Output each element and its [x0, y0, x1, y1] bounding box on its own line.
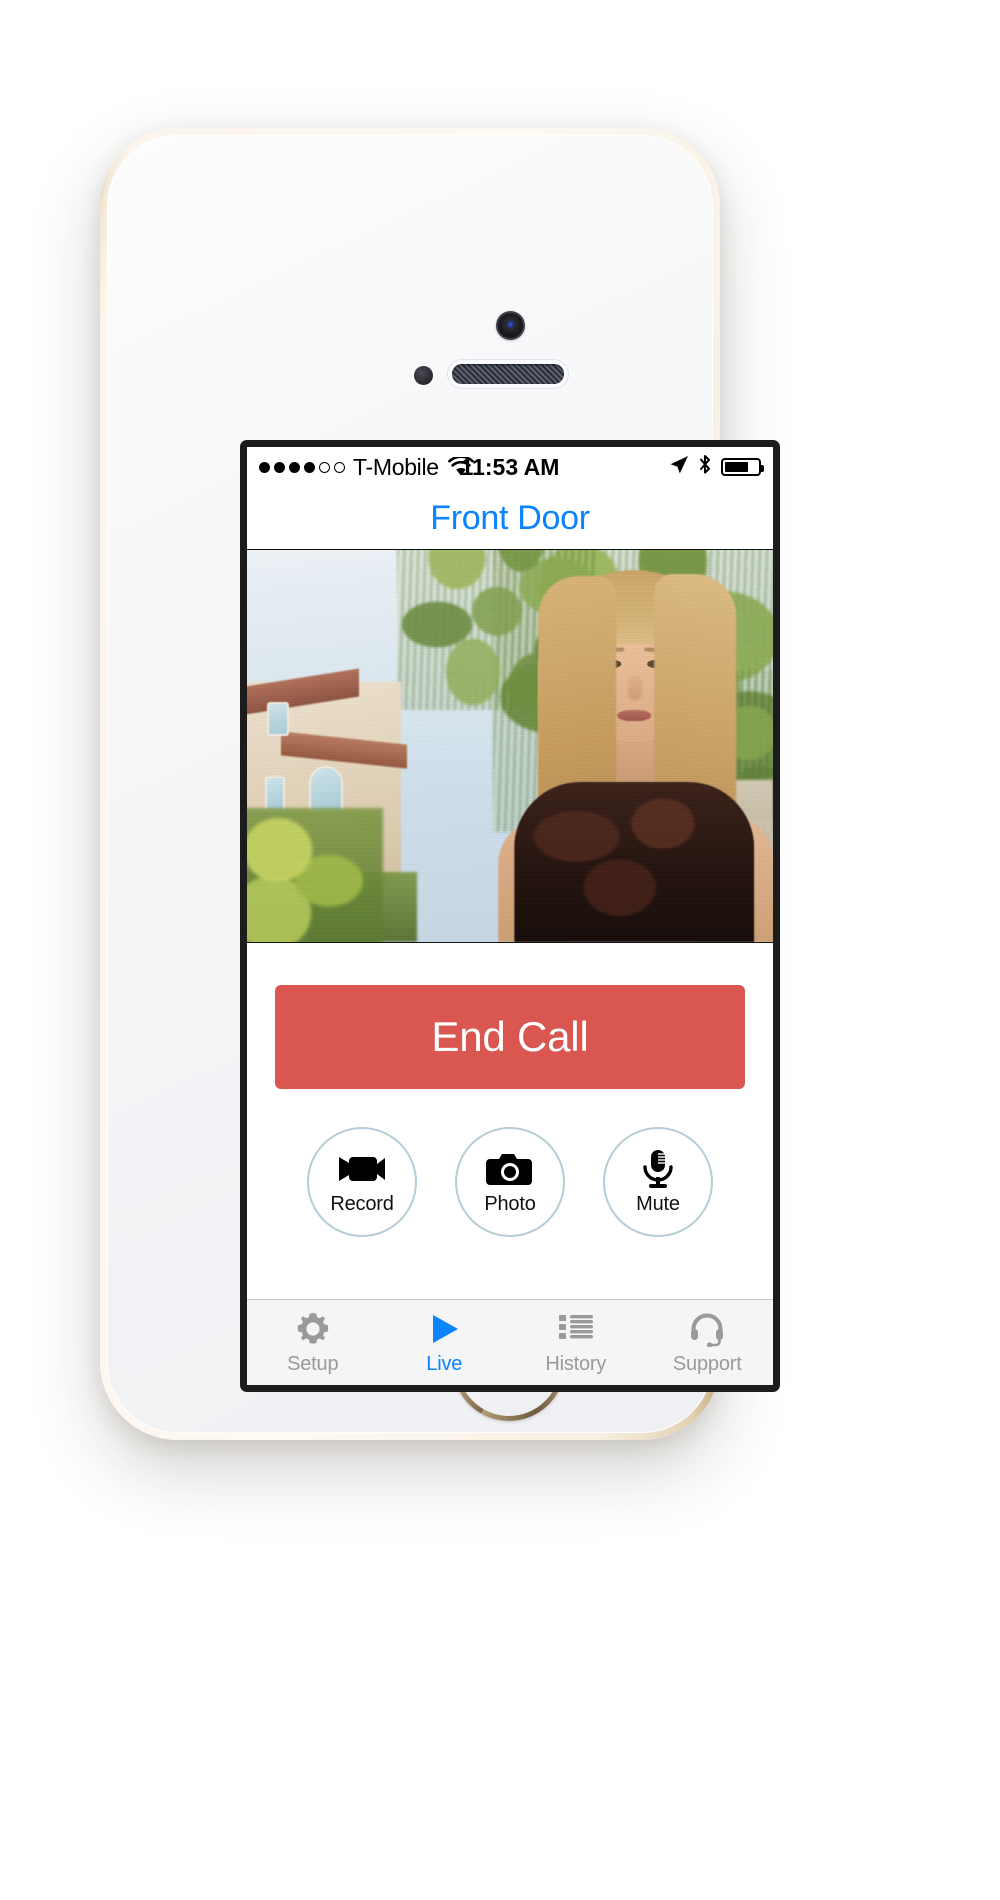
page-title: Front Door	[430, 498, 590, 537]
battery-icon	[721, 458, 764, 476]
tab-setup-label: Setup	[287, 1352, 339, 1375]
headset-icon	[689, 1310, 725, 1348]
tab-live[interactable]: Live	[379, 1300, 511, 1385]
shrub	[247, 808, 383, 942]
tab-history[interactable]: History	[510, 1300, 642, 1385]
carrier-name: T-Mobile	[353, 453, 439, 480]
phone-device: T-Mobile 11:53 AM Front Door End Call Re…	[100, 128, 780, 1440]
mute-button[interactable]: Mute	[603, 1127, 713, 1237]
video-scene	[247, 550, 773, 942]
signal-strength-icon	[259, 461, 345, 473]
nav-bar: Front Door	[247, 487, 773, 549]
microphone-icon	[639, 1149, 677, 1189]
house-window-1	[267, 702, 289, 736]
tab-support-label: Support	[672, 1352, 742, 1375]
bluetooth-icon	[698, 454, 712, 481]
earpiece-speaker-icon	[452, 364, 564, 384]
tab-live-label: Live	[426, 1352, 463, 1375]
screen-bezel: T-Mobile 11:53 AM Front Door End Call Re…	[240, 440, 780, 1392]
mute-button-label: Mute	[636, 1192, 680, 1215]
proximity-sensor-icon	[414, 366, 433, 385]
app-screen: T-Mobile 11:53 AM Front Door End Call Re…	[247, 447, 773, 1385]
gear-icon	[295, 1310, 331, 1348]
tab-support[interactable]: Support	[642, 1300, 774, 1385]
nose	[628, 676, 643, 700]
status-bar: T-Mobile 11:53 AM	[247, 447, 773, 487]
tab-bar: Setup Live History Support	[247, 1299, 773, 1385]
house-window-3	[265, 776, 285, 812]
visitor-person	[498, 552, 773, 942]
end-call-button[interactable]: End Call	[275, 985, 745, 1089]
play-icon	[426, 1310, 462, 1348]
status-bar-right-group	[669, 454, 764, 481]
list-icon	[558, 1310, 594, 1348]
front-camera-icon	[496, 311, 525, 340]
record-button[interactable]: Record	[307, 1127, 417, 1237]
photo-button-label: Photo	[484, 1192, 536, 1215]
floral-top	[514, 782, 755, 942]
camera-icon	[486, 1149, 534, 1189]
tab-history-label: History	[545, 1352, 607, 1375]
record-button-label: Record	[330, 1192, 394, 1215]
photo-button[interactable]: Photo	[455, 1127, 565, 1237]
tab-setup[interactable]: Setup	[247, 1300, 379, 1385]
live-video-feed[interactable]	[247, 549, 773, 943]
action-button-row: Record Photo Mute	[307, 1127, 713, 1237]
house-window-2	[309, 766, 343, 812]
call-controls-panel: End Call Record Photo Mute	[247, 943, 773, 1299]
wifi-icon	[447, 457, 474, 477]
screenshot-root: T-Mobile 11:53 AM Front Door End Call Re…	[0, 0, 1000, 1900]
mouth	[617, 710, 652, 721]
location-arrow-icon	[669, 454, 689, 481]
video-camera-icon	[335, 1149, 389, 1189]
